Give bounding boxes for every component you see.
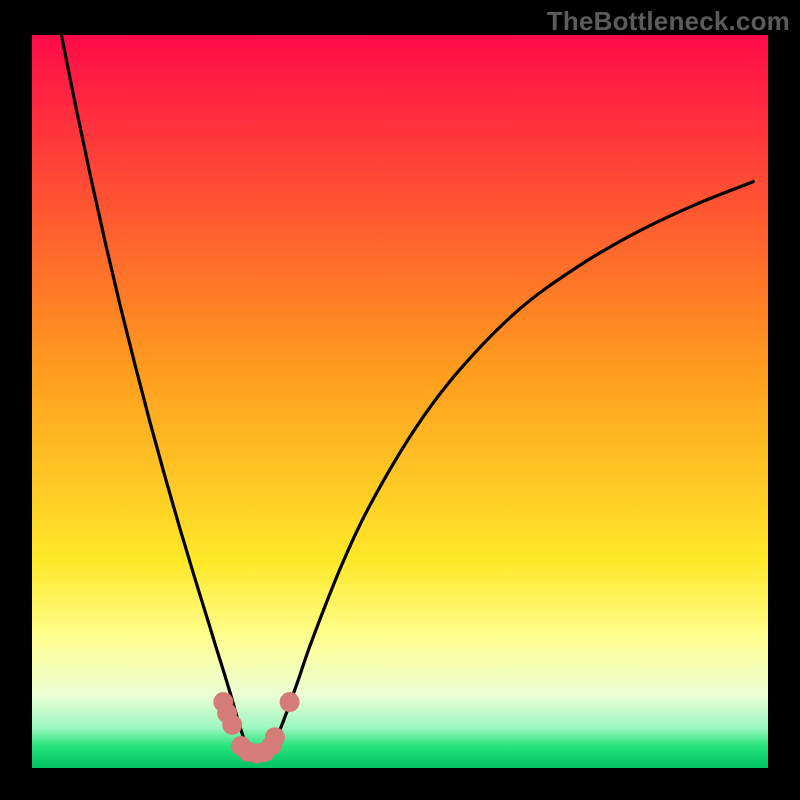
marker-dot [222,715,242,735]
bottleneck-chart [0,0,800,800]
plot-background [32,35,768,768]
marker-dot [280,692,300,712]
chart-frame: TheBottleneck.com [0,0,800,800]
marker-dot [265,727,285,747]
